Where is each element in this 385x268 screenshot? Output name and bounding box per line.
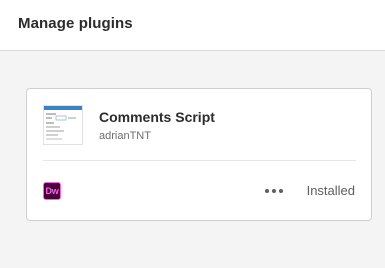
dreamweaver-app-icon: Dw [43, 182, 61, 200]
card-divider [43, 160, 356, 161]
plugin-name: Comments Script [99, 109, 215, 125]
more-options-button[interactable] [263, 183, 285, 199]
app-window: Manage plugins Comments Script adrianTNT… [0, 0, 385, 268]
plugin-thumbnail [43, 105, 83, 145]
more-horizontal-icon [265, 189, 283, 193]
plugin-thumbnail-image [44, 106, 82, 144]
page-title: Manage plugins [18, 15, 133, 32]
install-status: Installed [306, 183, 355, 198]
header-bar: Manage plugins [0, 0, 385, 51]
plugin-card[interactable]: Comments Script adrianTNT Dw Installed [26, 88, 372, 221]
plugin-author: adrianTNT [99, 130, 151, 142]
